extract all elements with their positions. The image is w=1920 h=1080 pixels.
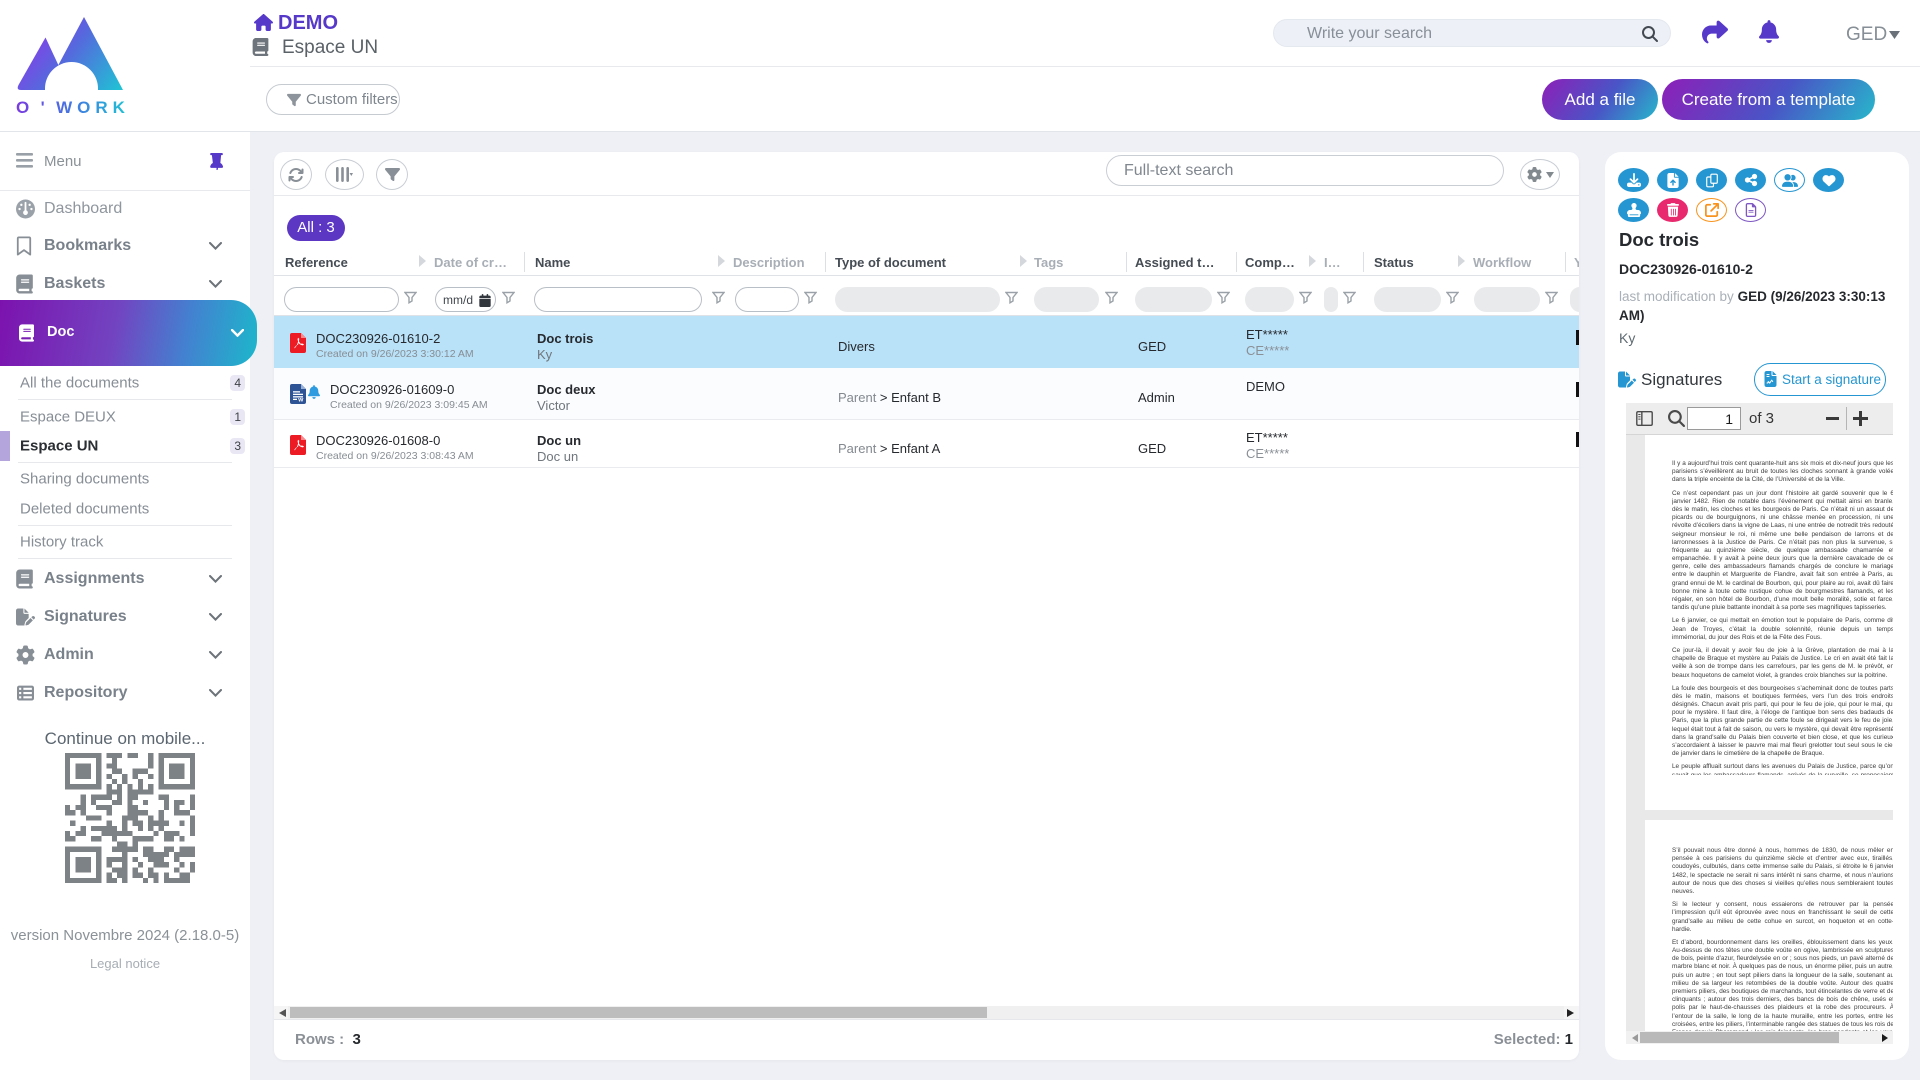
svg-text:w: w [297, 397, 304, 404]
